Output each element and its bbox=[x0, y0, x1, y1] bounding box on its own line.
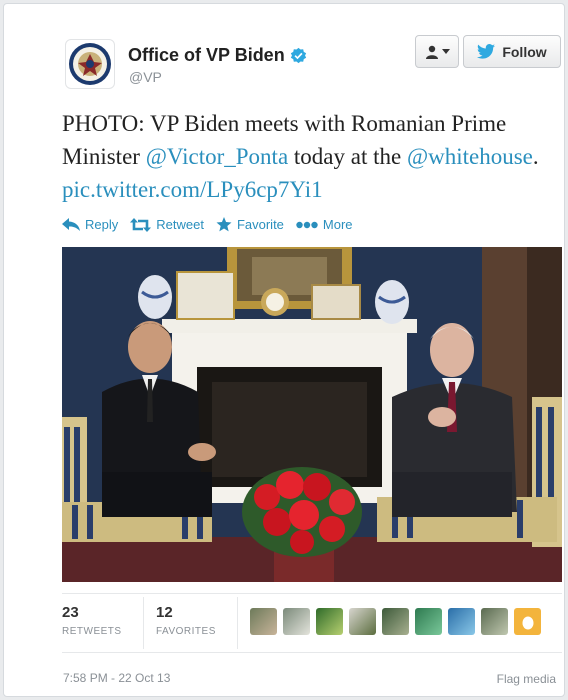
divider bbox=[62, 652, 562, 653]
favoriter-avatar[interactable] bbox=[349, 608, 376, 635]
more-label[interactable]: More bbox=[323, 217, 353, 232]
avatar[interactable] bbox=[65, 39, 115, 89]
reply-label[interactable]: Reply bbox=[85, 217, 118, 232]
account-handle[interactable]: @VP bbox=[129, 69, 162, 85]
retweet-label[interactable]: Retweet bbox=[156, 217, 204, 232]
retweet-action[interactable]: Retweet bbox=[130, 217, 204, 232]
user-actions-button[interactable] bbox=[415, 35, 459, 68]
follow-button[interactable]: Follow bbox=[463, 35, 561, 68]
tweet-text-part: today at the bbox=[288, 144, 407, 169]
retweets-label[interactable]: RETWEETS bbox=[62, 626, 122, 637]
tweet-actions: Reply Retweet Favorite More bbox=[62, 217, 353, 232]
twitter-bird-icon bbox=[477, 44, 496, 59]
favoriter-avatar[interactable] bbox=[316, 608, 343, 635]
tweet-card: Office of VP Biden @VP Follow PHOTO: VP … bbox=[3, 3, 565, 697]
favoriter-avatar[interactable] bbox=[250, 608, 277, 635]
mention-link[interactable]: @Victor_Ponta bbox=[146, 144, 288, 169]
star-icon bbox=[216, 217, 232, 232]
favoriter-avatar[interactable] bbox=[514, 608, 541, 635]
verified-badge-icon bbox=[290, 47, 306, 64]
chevron-down-icon bbox=[441, 48, 450, 54]
reply-icon bbox=[62, 218, 80, 231]
favorite-action[interactable]: Favorite bbox=[216, 217, 284, 232]
media-link[interactable]: pic.twitter.com/LPy6cp7Yi1 bbox=[62, 177, 323, 202]
tweet-text-part: . bbox=[532, 144, 539, 169]
stat-separator bbox=[237, 597, 238, 649]
vp-seal-icon bbox=[69, 43, 111, 85]
favoriter-avatar[interactable] bbox=[448, 608, 475, 635]
more-action[interactable]: More bbox=[296, 217, 353, 232]
flag-media-link[interactable]: Flag media bbox=[497, 672, 556, 686]
photo-image bbox=[62, 247, 562, 582]
mention-link[interactable]: @whitehouse bbox=[407, 144, 533, 169]
reply-action[interactable]: Reply bbox=[62, 217, 118, 232]
favoriter-avatars bbox=[250, 608, 541, 635]
favorites-count[interactable]: 12 bbox=[156, 604, 216, 621]
person-icon bbox=[425, 45, 438, 59]
follow-label[interactable]: Follow bbox=[502, 44, 546, 60]
default-egg-icon bbox=[522, 616, 533, 629]
favorite-label[interactable]: Favorite bbox=[237, 217, 284, 232]
tweet-timestamp[interactable]: 7:58 PM - 22 Oct 13 bbox=[63, 671, 170, 685]
favorites-stat[interactable]: 12 FAVORITES bbox=[156, 604, 216, 637]
favoriter-avatar[interactable] bbox=[481, 608, 508, 635]
stat-separator bbox=[143, 597, 144, 649]
more-dots-icon bbox=[296, 221, 318, 228]
favoriter-avatar[interactable] bbox=[283, 608, 310, 635]
retweets-count[interactable]: 23 bbox=[62, 604, 122, 621]
tweet-photo[interactable] bbox=[62, 247, 562, 582]
favorites-label[interactable]: FAVORITES bbox=[156, 626, 216, 637]
favoriter-avatar[interactable] bbox=[415, 608, 442, 635]
retweets-stat[interactable]: 23 RETWEETS bbox=[62, 604, 122, 637]
retweet-icon bbox=[130, 217, 152, 232]
account-name-text[interactable]: Office of VP Biden bbox=[128, 45, 285, 66]
divider bbox=[62, 593, 562, 594]
account-name[interactable]: Office of VP Biden bbox=[128, 45, 307, 66]
favoriter-avatar[interactable] bbox=[382, 608, 409, 635]
tweet-text: PHOTO: VP Biden meets with Romanian Prim… bbox=[62, 107, 562, 206]
